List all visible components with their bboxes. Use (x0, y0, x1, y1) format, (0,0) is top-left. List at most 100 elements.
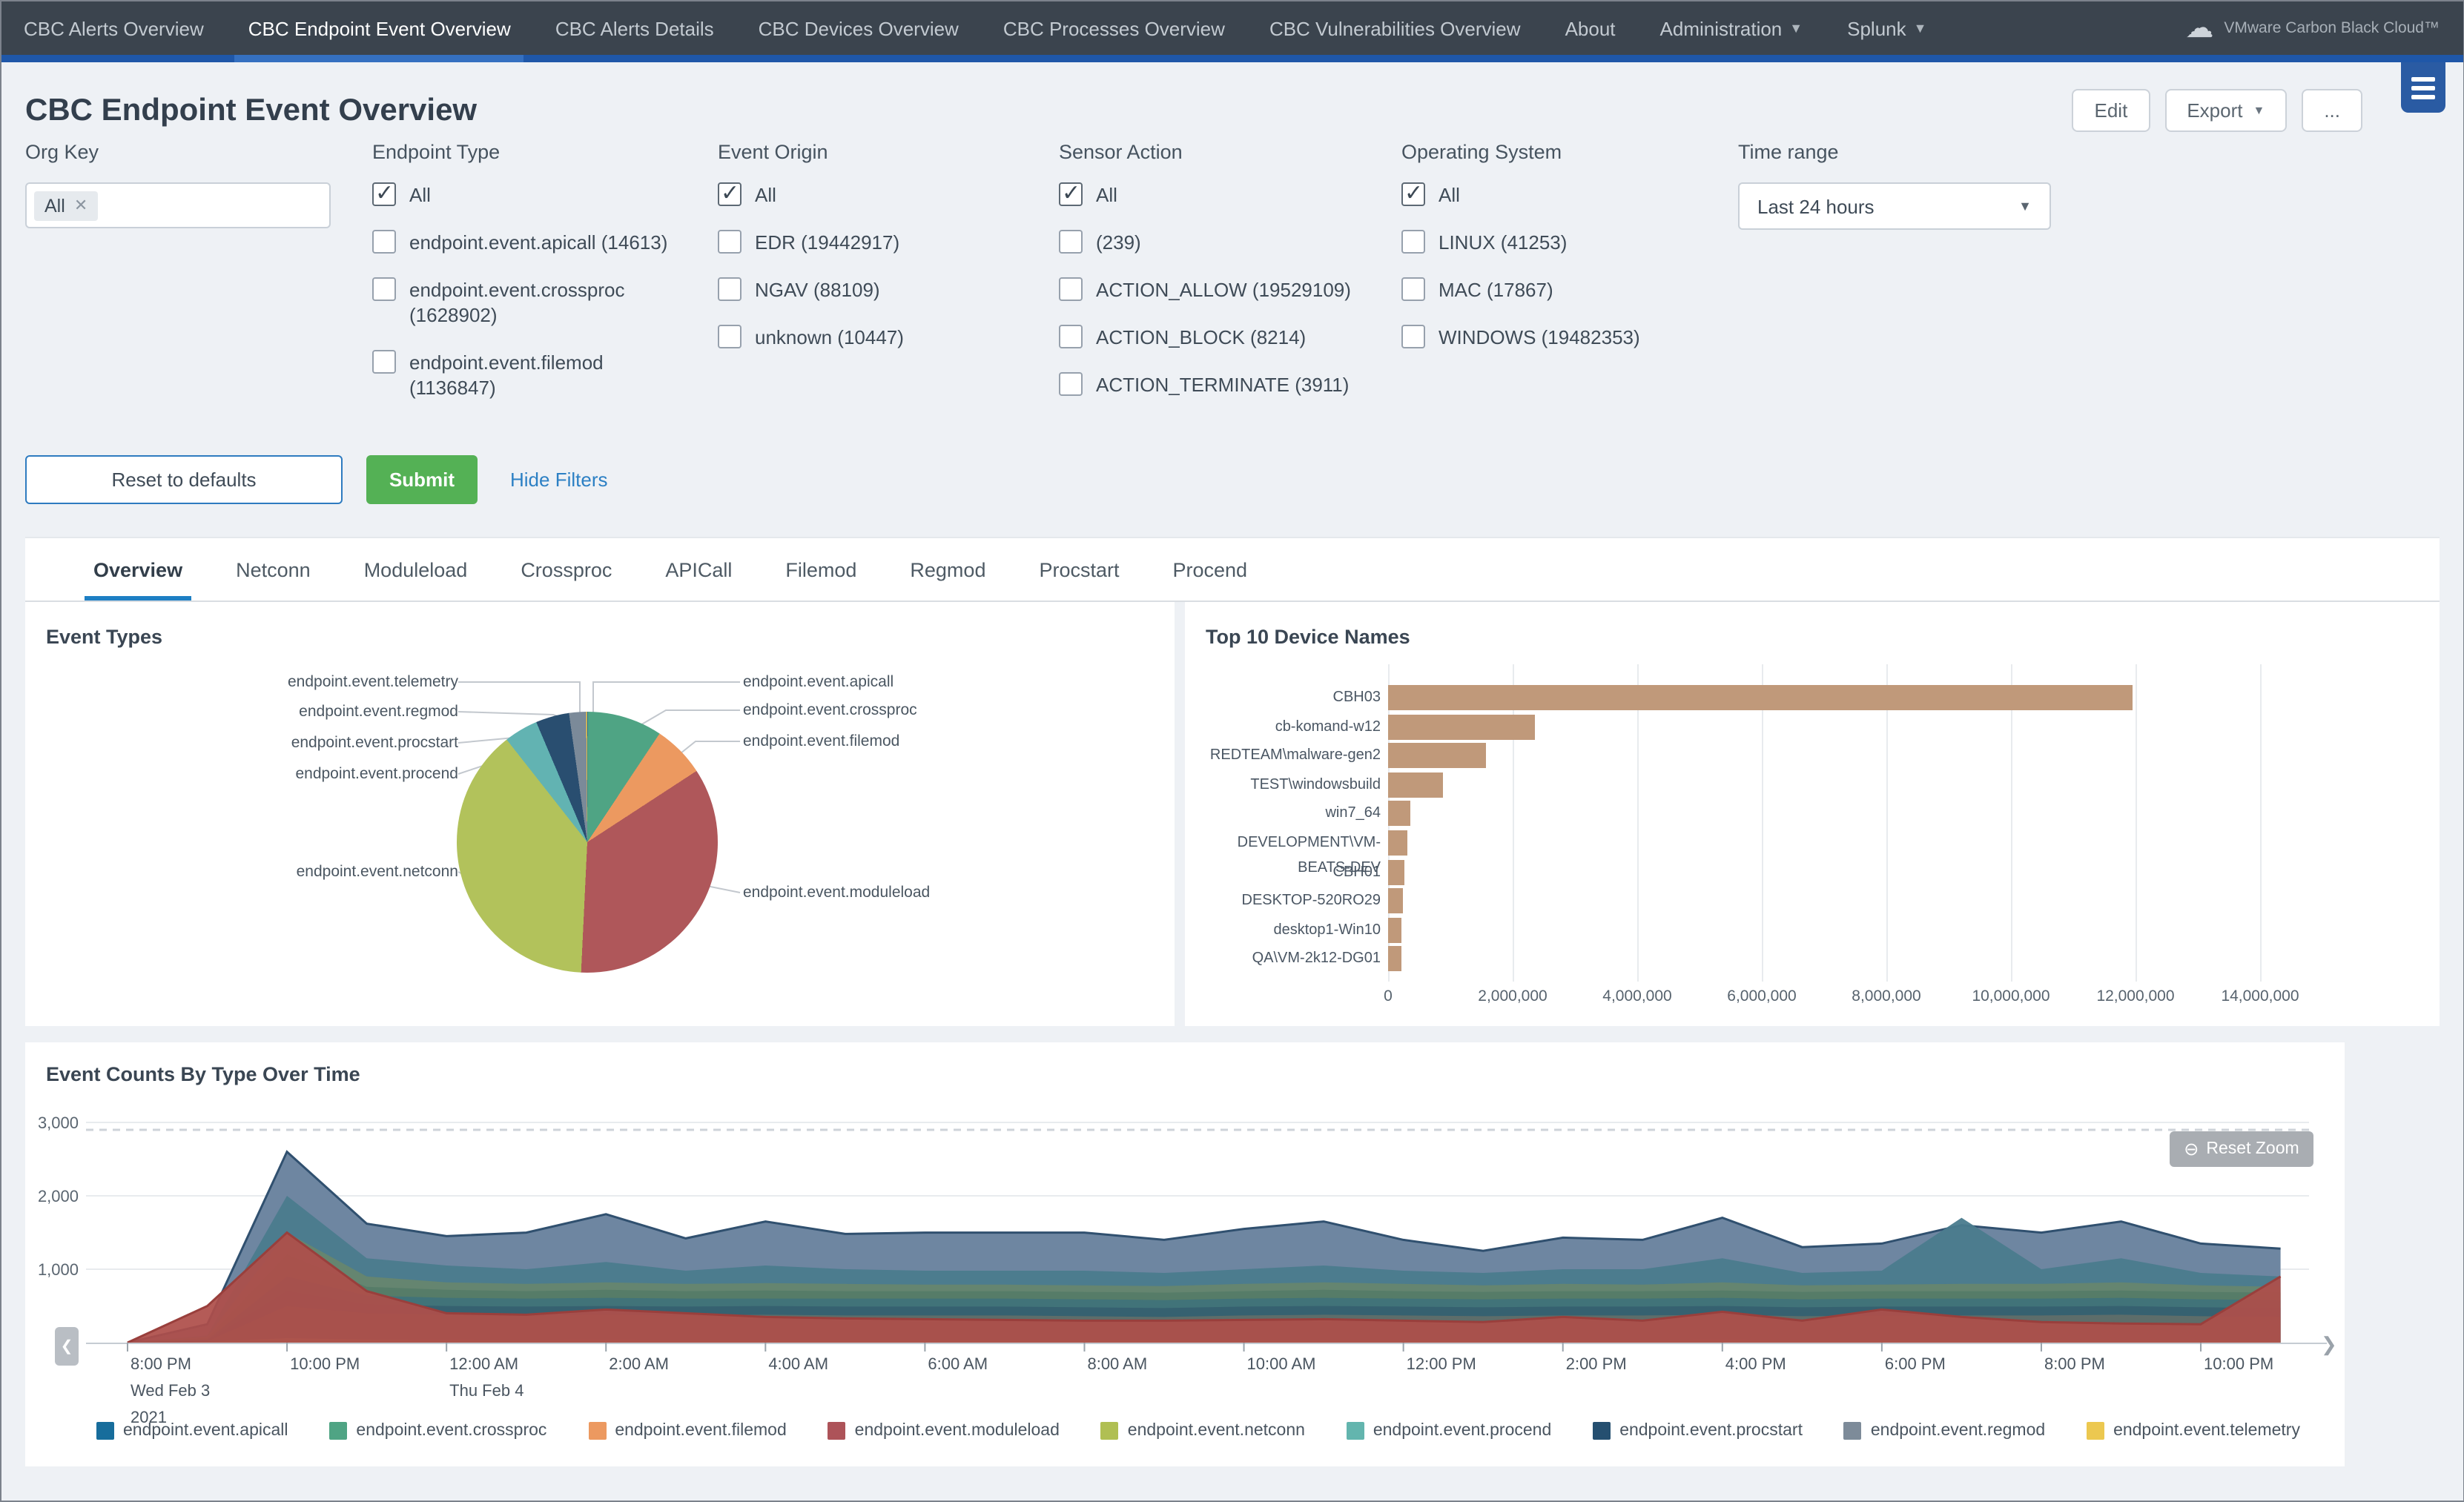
tab-apicall[interactable]: APICall (638, 538, 759, 601)
sensor-action-label: Sensor Action (1059, 141, 1183, 163)
checkbox-icon[interactable] (372, 277, 396, 301)
checkbox-mac-17867-[interactable]: MAC (17867) (1401, 277, 1728, 302)
legend-item-filemod[interactable]: endpoint.event.filemod (588, 1422, 787, 1440)
svg-text:10:00 AM: 10:00 AM (1247, 1354, 1316, 1373)
checkbox-checked-icon[interactable] (1059, 179, 1083, 206)
reset-zoom-button[interactable]: ⊖ Reset Zoom (2170, 1131, 2313, 1167)
checkbox-action-allow-19529109-[interactable]: ACTION_ALLOW (19529109) (1059, 277, 1385, 302)
bar-win7-64[interactable] (1388, 801, 1411, 827)
more-button[interactable]: ... (2302, 89, 2362, 132)
hamburger-menu-icon[interactable] (2401, 62, 2445, 113)
nav-tab-cbc-alerts-details[interactable]: CBC Alerts Details (533, 1, 736, 55)
pie-label-crossproc: endpoint.event.crossproc (743, 701, 917, 719)
scroll-right-icon[interactable]: ❯ (2321, 1333, 2337, 1357)
legend-item-procend[interactable]: endpoint.event.procend (1346, 1422, 1551, 1440)
time-range-dropdown[interactable]: Last 24 hours ▼ (1738, 182, 2051, 230)
checkbox-icon[interactable] (1059, 372, 1083, 396)
tab-netconn[interactable]: Netconn (209, 538, 337, 601)
checkbox-unknown-10447-[interactable]: unknown (10447) (718, 325, 1037, 350)
checkbox-all[interactable]: All (1059, 179, 1385, 208)
brand: ☁ VMware Carbon Black Cloud™ (2185, 1, 2463, 55)
checkbox-edr-19442917-[interactable]: EDR (19442917) (718, 230, 1037, 255)
legend-item-telemetry[interactable]: endpoint.event.telemetry (2087, 1422, 2300, 1440)
edit-button[interactable]: Edit (2072, 89, 2150, 132)
checkbox-endpoint-event-crossproc-1628902-[interactable]: endpoint.event.crossproc (1628902) (372, 277, 691, 328)
bar-qa-vm-2k12-dg01[interactable] (1388, 946, 1401, 972)
checkbox-all[interactable]: All (1401, 179, 1728, 208)
tab-procstart[interactable]: Procstart (1012, 538, 1146, 601)
tab-procend[interactable]: Procend (1146, 538, 1275, 601)
time-chart-legend: endpoint.event.apicall endpoint.event.cro… (96, 1422, 2300, 1440)
checkbox-endpoint-event-apicall-14613-[interactable]: endpoint.event.apicall (14613) (372, 230, 691, 255)
bar-gridline (2136, 664, 2137, 982)
top-devices-panel: Top 10 Device Names 0 2,000,000 4,000,000 6… (1185, 602, 2440, 1026)
bar-test-windowsbuild[interactable] (1388, 772, 1443, 798)
checkbox-icon[interactable] (372, 350, 396, 374)
legend-item-crossproc[interactable]: endpoint.event.crossproc (329, 1422, 546, 1440)
bar-development-vm-beats-dev[interactable] (1388, 830, 1407, 856)
nav-tab-cbc-alerts-overview[interactable]: CBC Alerts Overview (1, 1, 226, 55)
events-over-time-area-chart[interactable]: 1,000 2,000 3,000 8:00 PM 10:00 PM 12:00 AM 2:… (25, 1042, 2345, 1466)
checkbox-icon[interactable] (718, 277, 741, 301)
legend-item-netconn[interactable]: endpoint.event.netconn (1100, 1422, 1305, 1440)
filter-actions: Reset to defaults Submit Hide Filters (1, 455, 2463, 504)
checkbox-icon[interactable] (1059, 230, 1083, 254)
scroll-left-icon[interactable]: ❮ (55, 1327, 79, 1366)
top-devices-bar-chart[interactable]: 0 2,000,000 4,000,000 6,000,000 8,000,000 10,… (1185, 661, 2440, 1026)
pie-label-procstart: endpoint.event.procstart (291, 734, 458, 752)
org-key-chip[interactable]: All ✕ (34, 191, 99, 220)
tab-crossproc[interactable]: Crossproc (494, 538, 638, 601)
nav-tab-splunk[interactable]: Splunk ▼ (1825, 1, 1949, 55)
nav-tab-cbc-endpoint-event-overview[interactable]: CBC Endpoint Event Overview (226, 1, 533, 62)
nav-tab-administration[interactable]: Administration ▼ (1638, 1, 1826, 55)
reset-to-defaults-button[interactable]: Reset to defaults (25, 455, 343, 504)
checkbox-icon[interactable] (372, 230, 396, 254)
tab-moduleload[interactable]: Moduleload (337, 538, 495, 601)
legend-item-regmod[interactable]: endpoint.event.regmod (1843, 1422, 2045, 1440)
nav-tab-cbc-vulnerabilities-overview[interactable]: CBC Vulnerabilities Overview (1247, 1, 1543, 55)
nav-tab-cbc-processes-overview[interactable]: CBC Processes Overview (981, 1, 1247, 55)
remove-chip-icon[interactable]: ✕ (74, 196, 87, 215)
bar-redteam-malware-gen2[interactable] (1388, 743, 1486, 769)
org-key-input[interactable]: All ✕ (25, 182, 331, 228)
bar-cbh01[interactable] (1388, 859, 1404, 885)
checkbox-icon[interactable] (1401, 277, 1425, 301)
checkbox-windows-19482353-[interactable]: WINDOWS (19482353) (1401, 325, 1728, 350)
bar-category-label: REDTEAM\malware-gen2 (1209, 747, 1381, 764)
legend-item-moduleload[interactable]: endpoint.event.moduleload (828, 1422, 1060, 1440)
checkbox-action-terminate-3911-[interactable]: ACTION_TERMINATE (3911) (1059, 372, 1385, 397)
bar-desktop1-win10[interactable] (1388, 917, 1402, 943)
nav-tab-about[interactable]: About (1543, 1, 1638, 55)
tab-filemod[interactable]: Filemod (759, 538, 883, 601)
event-types-pie-chart[interactable] (457, 712, 718, 973)
checkbox-icon[interactable] (718, 230, 741, 254)
legend-item-apicall[interactable]: endpoint.event.apicall (96, 1422, 288, 1440)
bar-cbh03[interactable] (1388, 685, 2133, 710)
export-button[interactable]: Export ▼ (2164, 89, 2288, 132)
checkbox-endpoint-event-filemod-1136847-[interactable]: endpoint.event.filemod (1136847) (372, 350, 691, 400)
checkbox-all[interactable]: All (718, 179, 1037, 208)
legend-item-procstart[interactable]: endpoint.event.procstart (1593, 1422, 1803, 1440)
checkbox-icon[interactable] (1059, 277, 1083, 301)
tab-overview[interactable]: Overview (67, 538, 209, 601)
checkbox-ngav-88109-[interactable]: NGAV (88109) (718, 277, 1037, 302)
checkbox-icon[interactable] (1059, 325, 1083, 348)
checkbox-icon[interactable] (1401, 230, 1425, 254)
checkbox--239-[interactable]: (239) (1059, 230, 1385, 255)
checkbox-checked-icon[interactable] (372, 179, 396, 206)
hide-filters-link[interactable]: Hide Filters (510, 469, 608, 491)
nav-tab-cbc-devices-overview[interactable]: CBC Devices Overview (736, 1, 981, 55)
bar-desktop-520ro29[interactable] (1388, 888, 1404, 914)
checkbox-checked-icon[interactable] (718, 179, 741, 206)
checkbox-all[interactable]: All (372, 179, 691, 208)
checkbox-icon[interactable] (1401, 325, 1425, 348)
tab-regmod[interactable]: Regmod (883, 538, 1012, 601)
checkbox-checked-icon[interactable] (1401, 179, 1425, 206)
brand-text: VMware Carbon Black Cloud™ (2224, 19, 2440, 37)
legend-swatch-icon (1346, 1422, 1364, 1440)
checkbox-linux-41253-[interactable]: LINUX (41253) (1401, 230, 1728, 255)
bar-cb-komand-w12[interactable] (1388, 714, 1535, 740)
checkbox-action-block-8214-[interactable]: ACTION_BLOCK (8214) (1059, 325, 1385, 350)
submit-button[interactable]: Submit (366, 455, 478, 504)
checkbox-icon[interactable] (718, 325, 741, 348)
